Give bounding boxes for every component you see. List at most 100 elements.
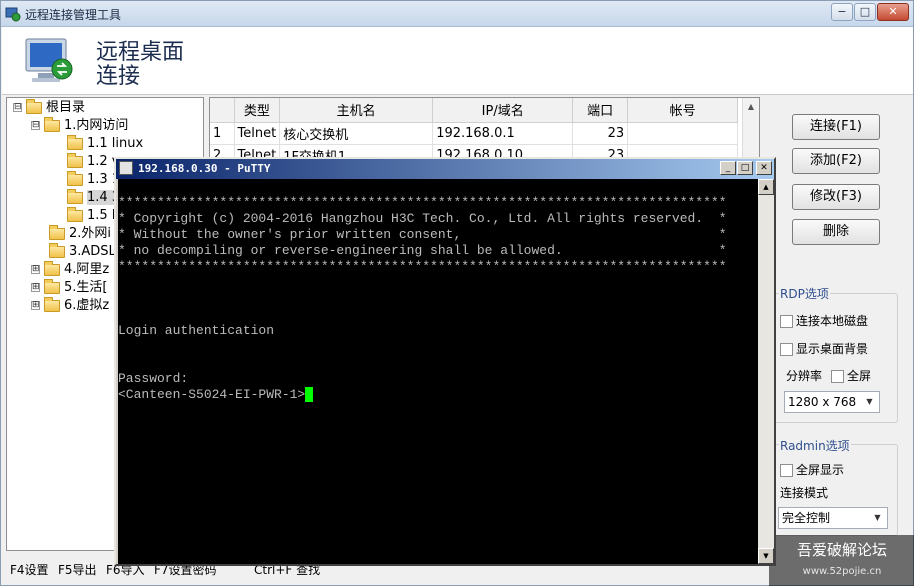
putty-close-button[interactable]: ✕ [756, 161, 772, 175]
column-header-hostname[interactable]: 主机名 [279, 98, 434, 123]
folder-icon [67, 134, 83, 150]
tree-item-extranet[interactable]: 2.外网i [49, 224, 111, 243]
banner-line1: 远程桌面 [96, 40, 185, 65]
row-ip: 192.168.0.1 [432, 122, 574, 145]
app-icon [5, 7, 21, 22]
rdp-options-label: RDP选项 [779, 285, 830, 302]
watermark-title: 吾爱破解论坛 [796, 541, 887, 559]
folder-icon [67, 152, 83, 168]
row-port: 23 [572, 122, 629, 145]
row-account [627, 122, 739, 145]
putty-maximize-button[interactable]: □ [737, 161, 753, 175]
terminal-line: * Without the owner's prior written cons… [118, 227, 727, 242]
terminal-line: * no decompiling or reverse-engineering … [118, 243, 727, 258]
folder-icon [44, 260, 60, 276]
tree-item-virtual[interactable]: ⊞ 6.虚拟z [31, 296, 109, 315]
expand-icon[interactable]: ⊞ [31, 301, 40, 310]
folder-open-icon [44, 116, 60, 132]
terminal-prompt: <Canteen-S5024-EI-PWR-1> [118, 387, 306, 402]
radmin-options-label: Radmin选项 [779, 437, 851, 454]
row-type: Telnet [234, 122, 281, 145]
resolution-select[interactable]: 1280 x 768 ▼ [784, 391, 880, 413]
putty-title-bar[interactable]: 192.168.0.30 - PuTTY _ □ ✕ [116, 159, 774, 179]
minimize-button[interactable]: − [831, 3, 853, 21]
fullscreen-checkbox[interactable]: 全屏 [831, 368, 871, 384]
edit-button[interactable]: 修改(F3) [792, 184, 880, 210]
checkbox-icon[interactable] [780, 343, 793, 356]
terminal-line: Password: [118, 371, 189, 386]
chevron-down-icon[interactable]: ▼ [862, 394, 877, 410]
scroll-down-icon[interactable]: ▼ [758, 548, 774, 564]
column-header-account[interactable]: 帐号 [627, 98, 739, 123]
connection-mode-select[interactable]: 完全控制 ▼ [778, 507, 888, 529]
column-header-port[interactable]: 端口 [572, 98, 629, 123]
close-button[interactable]: ✕ [877, 3, 909, 21]
maximize-button[interactable]: □ [854, 3, 876, 21]
resolution-label: 分辨率 [786, 369, 823, 383]
putty-terminal-icon [119, 161, 133, 175]
tree-item-1-4[interactable]: 1.4 3 [67, 188, 121, 207]
terminal-line: ****************************************… [118, 195, 727, 210]
table-header-row: 类型 主机名 IP/域名 端口 帐号 [210, 98, 739, 123]
delete-button[interactable]: 删除 [792, 219, 880, 245]
add-button[interactable]: 添加(F2) [792, 148, 880, 174]
checkbox-icon[interactable] [831, 370, 844, 383]
column-header-ip[interactable]: IP/域名 [432, 98, 574, 123]
expand-icon[interactable]: ⊞ [31, 265, 40, 274]
terminal-prompt-line: <Canteen-S5024-EI-PWR-1> [118, 387, 758, 403]
tree-item-1-2[interactable]: 1.2 v [67, 152, 120, 171]
folder-icon [49, 242, 65, 258]
tree-item-1-3[interactable]: 1.3 1 [67, 170, 120, 189]
scroll-up-icon[interactable]: ▲ [758, 179, 774, 195]
putty-minimize-button[interactable]: _ [720, 161, 736, 175]
row-hostname: 核心交换机 [279, 122, 434, 145]
connection-mode-label: 连接模式 [780, 486, 829, 500]
putty-scrollbar[interactable]: ▲ ▼ [758, 179, 774, 564]
watermark: 吾爱破解论坛 www.52pojie.cn [769, 535, 914, 586]
tree-item-1-5[interactable]: 1.5 F [67, 206, 119, 225]
putty-title: 192.168.0.30 - PuTTY [138, 162, 271, 175]
tree-item-life[interactable]: ⊞ 5.生活[ [31, 278, 107, 297]
folder-icon [67, 188, 83, 204]
connect-button[interactable]: 连接(F1) [792, 114, 880, 140]
terminal-screen[interactable]: ****************************************… [118, 179, 758, 564]
terminal-cursor [305, 387, 314, 402]
folder-icon [67, 206, 83, 222]
folder-icon [44, 296, 60, 312]
status-f4-settings[interactable]: F4设置 [10, 561, 49, 578]
status-f5-export[interactable]: F5导出 [58, 561, 97, 578]
terminal-line: ****************************************… [118, 259, 727, 274]
row-index: 1 [210, 122, 235, 145]
tree-item-intranet[interactable]: ⊟ 1.内网访问 [31, 116, 128, 135]
tree-item-1-1[interactable]: 1.1 linux [67, 134, 143, 153]
remote-desktop-monitor-icon [25, 38, 73, 82]
checkbox-icon[interactable] [780, 464, 793, 477]
column-header-index[interactable] [210, 98, 235, 123]
scroll-up-icon[interactable]: ▲ [743, 98, 759, 115]
title-bar[interactable]: 远程连接管理工具 − □ ✕ [1, 1, 913, 27]
banner-heading: 远程桌面 连接 [96, 41, 184, 89]
tree-item-aliyun[interactable]: ⊞ 4.阿里z [31, 260, 109, 279]
banner-line2: 连接 [96, 64, 141, 89]
window-title: 远程连接管理工具 [25, 8, 122, 22]
fullscreen-display-checkbox[interactable]: 全屏显示 [780, 462, 844, 478]
folder-icon [49, 224, 65, 240]
local-disk-checkbox[interactable]: 连接本地磁盘 [780, 313, 868, 329]
chevron-down-icon[interactable]: ▼ [870, 510, 885, 526]
folder-icon [44, 278, 60, 294]
desktop-bg-checkbox[interactable]: 显示桌面背景 [780, 341, 868, 357]
checkbox-icon[interactable] [780, 315, 793, 328]
collapse-icon[interactable]: ⊟ [13, 103, 22, 112]
tree-item-adsl[interactable]: 3.ADSL[ [49, 242, 121, 261]
expand-icon[interactable]: ⊞ [31, 283, 40, 292]
column-header-type[interactable]: 类型 [234, 98, 281, 123]
tree-item-root[interactable]: ⊟ 根目录 [13, 98, 85, 117]
header-banner: 远程桌面 连接 [2, 27, 913, 95]
putty-window[interactable]: 192.168.0.30 - PuTTY _ □ ✕ *************… [114, 157, 776, 566]
table-row[interactable]: 1 Telnet 核心交换机 192.168.0.1 23 [210, 122, 739, 145]
collapse-icon[interactable]: ⊟ [31, 121, 40, 130]
